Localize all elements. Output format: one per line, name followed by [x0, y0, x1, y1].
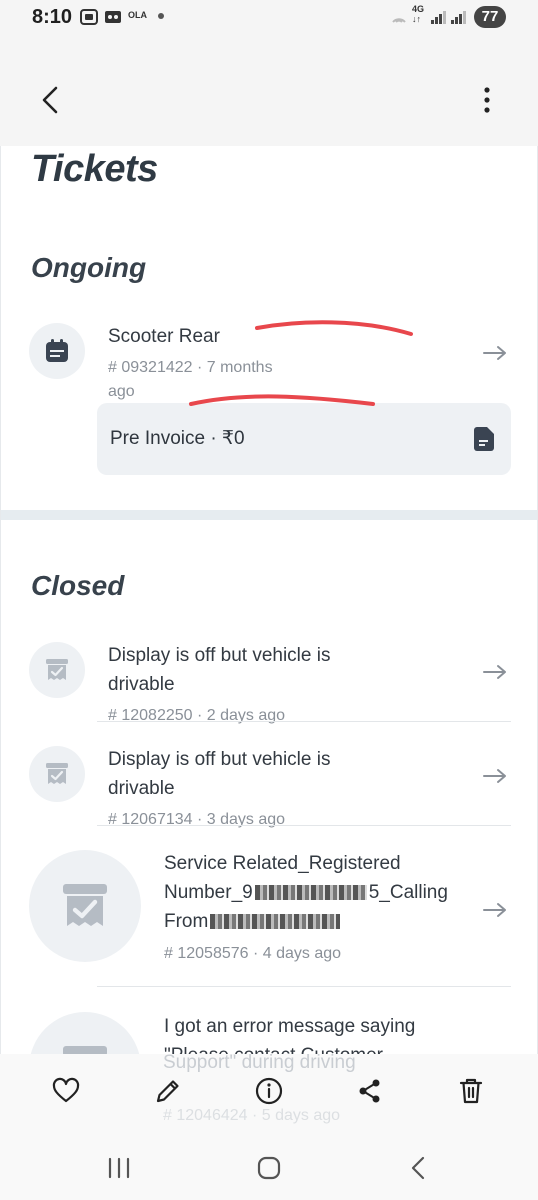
ticket-meta: # 12058576 · 4 days ago [164, 945, 342, 962]
info-icon[interactable] [254, 1076, 284, 1106]
receipt-check-icon [46, 659, 68, 680]
recent-apps-icon[interactable] [105, 1154, 133, 1182]
status-bar: 8:10 OLA 4G ↓↑ 77 [0, 0, 538, 36]
document-icon[interactable] [473, 426, 495, 452]
ticket-title-cont: drivable [108, 674, 175, 695]
ticket-icon-circle [29, 1012, 141, 1054]
ticket-title: Display is off but vehicle is [108, 749, 331, 770]
heart-icon[interactable] [51, 1076, 81, 1106]
ticket-title-faded: Support" during driving [163, 1052, 356, 1073]
pre-invoice-label: Pre Invoice · ₹0 [110, 428, 245, 449]
screen-record-icon [80, 9, 98, 25]
chevron-left-icon[interactable] [30, 80, 70, 120]
receipt-check-icon [46, 763, 68, 784]
row-separator [97, 986, 511, 987]
row-separator [97, 825, 511, 826]
section-divider [1, 510, 537, 520]
ticket-icon-circle [29, 746, 85, 802]
ola-badge: OLA [128, 10, 147, 20]
ongoing-section-title: Ongoing [31, 252, 147, 283]
closed-section-title: Closed [31, 570, 125, 601]
signal-icon-2 [451, 11, 466, 24]
page-title: Tickets [31, 148, 158, 190]
ticket-meta: # 09321422 · 7 months [108, 359, 273, 376]
voicemail-icon [105, 11, 121, 23]
system-nav-bar [0, 1130, 538, 1200]
ticket-meta: # 12067134 · 3 days ago [108, 811, 286, 828]
row-separator [97, 721, 511, 722]
battery-indicator: 77 [474, 6, 506, 28]
ticket-icon-circle [29, 642, 85, 698]
ticket-meta-cont: ago [108, 383, 135, 400]
app-header [0, 36, 538, 146]
receipt-check-icon [63, 1046, 107, 1054]
hotspot-icon [392, 18, 406, 23]
redacted-text [210, 914, 341, 930]
ticket-meta: # 12082250 · 2 days ago [108, 707, 286, 724]
status-time: 8:10 [32, 6, 73, 28]
gallery-action-bar: Support" during driving # 12046424 · 5 d… [0, 1052, 538, 1130]
receipt-check-icon [63, 884, 107, 926]
ticket-title: Service Related_Registered [164, 853, 401, 874]
ticket-title-cont: Number_9 5_Calling [164, 882, 448, 903]
ticket-meta-faded: # 12046424 · 5 days ago [163, 1107, 341, 1124]
tickets-content[interactable]: Tickets Ongoing Scooter Rear # 09321422 … [0, 146, 538, 1054]
network-type: 4G ↓↑ [412, 4, 425, 24]
back-icon[interactable] [405, 1154, 433, 1182]
share-icon[interactable] [355, 1076, 385, 1106]
ticket-title: I got an error message saying [164, 1016, 416, 1037]
calendar-icon [46, 339, 68, 362]
arrow-right-icon[interactable] [482, 345, 508, 361]
ticket-icon-circle [29, 850, 141, 962]
ticket-title-cont-2: From [164, 907, 341, 936]
notification-dot [158, 13, 164, 19]
ticket-icon-circle [29, 323, 85, 379]
home-icon[interactable] [255, 1154, 283, 1182]
red-annotation-stroke [255, 320, 413, 336]
redacted-text [254, 885, 367, 901]
more-vertical-icon[interactable] [470, 80, 504, 120]
arrow-right-icon[interactable] [482, 902, 508, 918]
ticket-title: Scooter Rear [108, 326, 220, 347]
pencil-icon[interactable] [153, 1076, 183, 1106]
trash-icon[interactable] [456, 1076, 486, 1106]
arrow-right-icon[interactable] [482, 664, 508, 680]
pre-invoice-card[interactable]: Pre Invoice · ₹0 [97, 403, 511, 475]
arrow-right-icon[interactable] [482, 768, 508, 784]
ticket-title: Display is off but vehicle is [108, 645, 331, 666]
ticket-title-cont: drivable [108, 778, 175, 799]
signal-icon [431, 11, 446, 24]
